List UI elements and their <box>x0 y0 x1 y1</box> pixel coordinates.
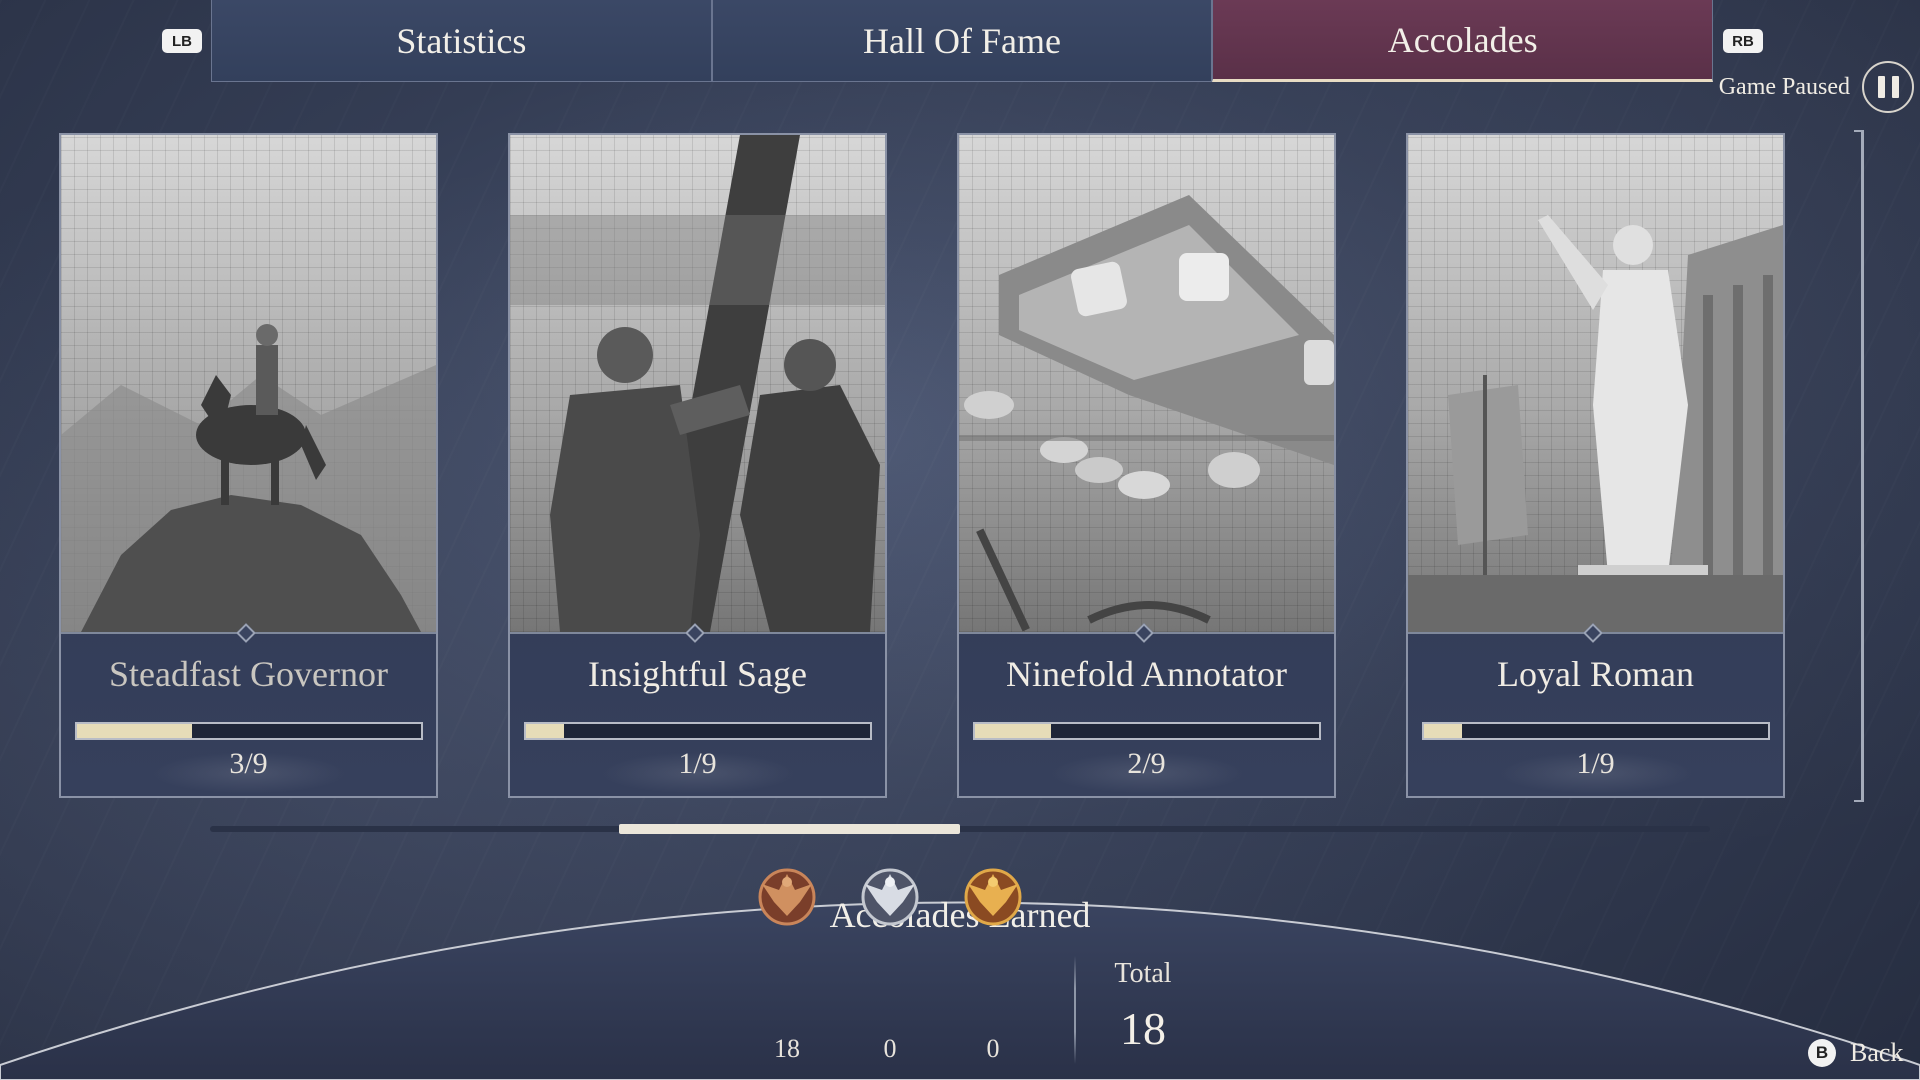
progress-bar <box>1422 722 1770 740</box>
card-title: Loyal Roman <box>1497 654 1694 694</box>
tab-label: Statistics <box>396 20 527 61</box>
horseman-on-cliff-art <box>61 135 436 632</box>
accolade-card-insightful-sage[interactable]: Insightful Sage 1/9 <box>508 133 887 798</box>
progress-bar <box>973 722 1321 740</box>
card-count: 1/9 <box>678 747 717 780</box>
horizontal-scrollbar[interactable] <box>210 824 1710 834</box>
tab-accolades[interactable]: Accolades <box>1212 0 1714 82</box>
card-title: Steadfast Governor <box>109 654 388 694</box>
accolade-card-loyal-roman[interactable]: Loyal Roman 1/9 <box>1406 133 1785 798</box>
silver-eagle-medal-icon <box>861 868 919 926</box>
tab-label: Accolades <box>1387 19 1538 60</box>
gold-medal-count: 0 <box>986 1034 1000 1063</box>
total-divider <box>1074 956 1076 1064</box>
tab-bar: Statistics Hall Of Fame Accolades <box>211 0 1714 82</box>
card-title: Ninefold Annotator <box>1006 654 1287 694</box>
progress-bar <box>75 722 423 740</box>
gold-eagle-medal-icon <box>964 868 1022 926</box>
progress-fill <box>1424 724 1463 738</box>
total-label: Total <box>1114 958 1172 989</box>
back-button[interactable]: B Back <box>1808 1036 1903 1070</box>
game-paused-label: Game Paused <box>1718 73 1850 100</box>
bronze-eagle-medal-icon <box>758 868 816 926</box>
rb-button-hint[interactable]: RB <box>1723 29 1763 53</box>
accolade-cards: Steadfast Governor 3/9 Insightful Sage 1 <box>59 133 1789 798</box>
pause-icon[interactable] <box>1862 61 1914 113</box>
b-button-icon: B <box>1808 1039 1836 1067</box>
game-paused-indicator[interactable]: Game Paused <box>1680 61 1920 113</box>
lb-button-hint[interactable]: LB <box>162 29 202 53</box>
progress-fill <box>526 724 565 738</box>
card-count: 1/9 <box>1576 747 1615 780</box>
card-count: 3/9 <box>229 747 268 780</box>
statue-and-temple-art <box>1408 135 1783 632</box>
total-value: 18 <box>1120 1003 1166 1054</box>
progress-fill <box>77 724 192 738</box>
accolades-earned-panel: Accolades Earned 18 0 0 Total 18 B Back <box>0 860 1920 1080</box>
progress-fill <box>975 724 1052 738</box>
accolade-card-ninefold-annotator[interactable]: Ninefold Annotator 2/9 <box>957 133 1336 798</box>
tab-hall-of-fame[interactable]: Hall Of Fame <box>711 0 1213 82</box>
man-with-cross-art <box>510 135 885 632</box>
tab-label: Hall Of Fame <box>863 20 1061 61</box>
silver-medal-count: 0 <box>883 1034 897 1063</box>
horizontal-scroll-thumb[interactable] <box>619 824 960 834</box>
bronze-medal-count: 18 <box>774 1034 800 1063</box>
progress-bar <box>524 722 872 740</box>
back-label: Back <box>1850 1038 1904 1067</box>
card-title: Insightful Sage <box>588 654 807 694</box>
vertical-scroll-bracket <box>1854 130 1864 802</box>
tab-statistics[interactable]: Statistics <box>211 0 712 82</box>
accolade-card-steadfast-governor[interactable]: Steadfast Governor 3/9 <box>59 133 438 798</box>
dice-and-coins-art <box>959 135 1334 632</box>
card-count: 2/9 <box>1127 747 1166 780</box>
